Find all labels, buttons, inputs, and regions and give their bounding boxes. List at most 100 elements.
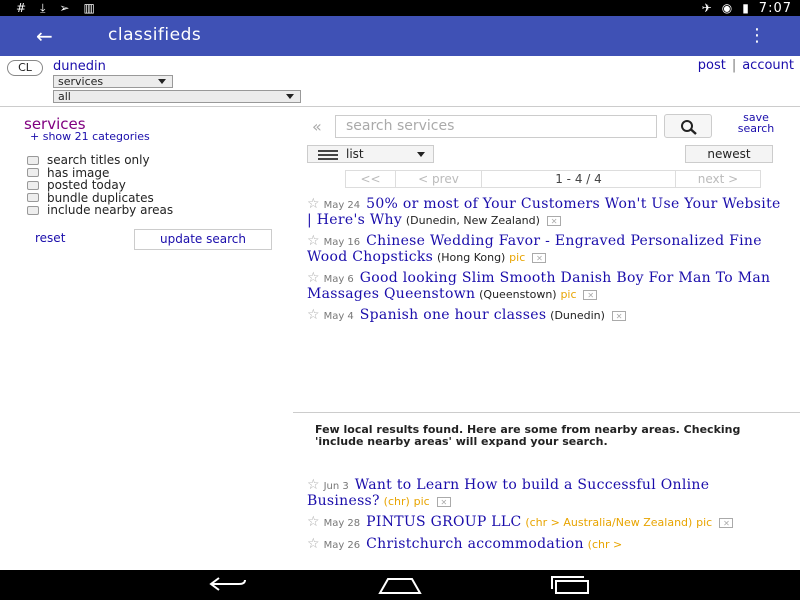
pic-badge: pic	[696, 516, 713, 529]
airplane-mode-icon: ✈	[701, 1, 712, 15]
nav-recents-icon[interactable]	[548, 575, 594, 595]
craigslist-logo[interactable]: CL	[7, 60, 43, 76]
system-nav-bar	[0, 570, 800, 600]
update-search-button[interactable]: update search	[134, 229, 272, 250]
chevron-down-icon	[158, 79, 166, 84]
post-date: May 28	[323, 518, 361, 529]
category-select-value: services	[58, 75, 104, 88]
checkbox[interactable]	[27, 168, 39, 178]
page-range: 1 - 4 / 4	[482, 171, 676, 187]
map-icon[interactable]	[583, 288, 598, 303]
subcategory-select-value: all	[58, 90, 71, 103]
filter-option[interactable]: posted today	[27, 178, 173, 192]
view-mode-select[interactable]: list	[307, 145, 434, 163]
battery-icon: ▮	[742, 1, 749, 15]
list-item: ☆ May 6 Good looking Slim Smooth Danish Bo…	[307, 270, 785, 303]
post-date: May 16	[323, 237, 361, 248]
map-icon[interactable]	[546, 214, 561, 229]
result-location: (chr)	[383, 495, 410, 508]
list-item: ☆ May 28 PINTUS GROUP LLC (chr > Australia…	[307, 515, 785, 531]
post-date: May 4	[323, 311, 354, 322]
category-select[interactable]: services	[53, 75, 173, 88]
sort-button[interactable]: newest	[685, 145, 773, 163]
result-location: (chr > Australia/New Zealand)	[525, 516, 693, 529]
result-title-link[interactable]: Spanish one hour classes	[360, 307, 547, 323]
arrow-left-icon[interactable]: ←	[36, 24, 53, 48]
map-icon[interactable]	[719, 516, 734, 531]
result-title-link[interactable]: PINTUS GROUP LLC	[366, 514, 521, 530]
result-title-link[interactable]: Want to Learn How to build a Successful …	[307, 477, 709, 509]
checkbox[interactable]	[27, 155, 39, 165]
post-date: May 26	[323, 540, 361, 551]
filter-checkboxes: search titles only has image posted toda…	[27, 153, 173, 217]
star-icon[interactable]: ☆	[307, 536, 320, 552]
hash-icon: #	[16, 1, 27, 15]
list-item: ☆ May 4 Spanish one hour classes (Dunedin)	[307, 308, 785, 324]
post-date: Jun 3	[323, 481, 349, 492]
view-mode-value: list	[346, 147, 364, 161]
search-button[interactable]	[664, 114, 712, 138]
wifi-icon: ◉	[721, 1, 733, 15]
pic-badge: pic	[509, 251, 526, 264]
map-icon[interactable]	[532, 251, 547, 266]
collapse-panel-icon[interactable]: «	[312, 117, 322, 136]
subcategory-select[interactable]: all	[53, 90, 301, 103]
map-icon[interactable]	[611, 309, 626, 324]
prev-page-button[interactable]: < prev	[396, 171, 482, 187]
checkbox[interactable]	[27, 193, 39, 203]
post-link[interactable]: post	[698, 58, 726, 73]
result-title-link[interactable]: 50% or most of Your Customers Won't Use …	[307, 196, 781, 228]
checkbox[interactable]	[27, 205, 39, 215]
post-date: May 6	[323, 274, 354, 285]
result-title-link[interactable]: Christchurch accommodation	[366, 536, 584, 552]
star-icon[interactable]: ☆	[307, 196, 320, 212]
result-location: (chr >	[587, 538, 623, 551]
chevron-down-icon	[286, 94, 294, 99]
nearby-results-notice: Few local results found. Here are some f…	[315, 423, 741, 448]
results-list: ☆ May 24 50% or most of Your Customers Won…	[307, 197, 785, 330]
first-page-button[interactable]: <<	[346, 171, 396, 187]
list-view-icon	[318, 150, 338, 162]
list-item: ☆ May 16 Chinese Wedding Favor - Engraved …	[307, 233, 785, 266]
nearby-results-list: ☆ Jun 3 Want to Learn How to build a Succe…	[307, 478, 785, 559]
save-search-label: search	[737, 122, 775, 135]
filter-option[interactable]: search titles only	[27, 153, 173, 167]
filter-option[interactable]: include nearby areas	[27, 203, 173, 217]
result-location: (Queenstown)	[479, 288, 557, 301]
list-item: ☆ May 26 Christchurch accommodation (chr >	[307, 537, 785, 553]
result-location: (Dunedin)	[550, 309, 605, 322]
reset-button[interactable]: reset	[35, 231, 65, 245]
account-link[interactable]: account	[742, 58, 794, 73]
result-location: (Hong Kong)	[436, 251, 506, 264]
star-icon[interactable]: ☆	[307, 307, 320, 323]
list-item: ☆ Jun 3 Want to Learn How to build a Succe…	[307, 477, 785, 510]
save-search-link[interactable]: save search	[728, 112, 784, 134]
pic-badge: pic	[560, 288, 577, 301]
pic-badge: pic	[413, 495, 430, 508]
filter-option[interactable]: bundle duplicates	[27, 191, 173, 205]
map-icon[interactable]	[436, 495, 451, 510]
next-page-button[interactable]: next >	[676, 171, 760, 187]
app-title: classifieds	[108, 25, 202, 45]
search-input[interactable]: search services	[335, 115, 657, 138]
nav-back-icon[interactable]	[205, 575, 251, 593]
overflow-menu-icon[interactable]: ⋮	[748, 24, 766, 48]
chevron-down-icon	[417, 152, 425, 157]
post-date: May 24	[323, 200, 361, 211]
result-location: (Dunedin, New Zealand)	[405, 214, 540, 227]
user-links: post | account	[698, 58, 794, 73]
pagination: << < prev 1 - 4 / 4 next >	[345, 170, 761, 188]
city-link[interactable]: dunedin	[53, 59, 106, 74]
search-icon	[681, 120, 697, 135]
send-icon: ➢	[59, 1, 70, 15]
star-icon[interactable]: ☆	[307, 477, 320, 493]
nav-home-icon[interactable]	[376, 575, 424, 595]
checkbox[interactable]	[27, 180, 39, 190]
link-separator: |	[731, 58, 737, 73]
results-divider	[293, 412, 800, 413]
star-icon[interactable]: ☆	[307, 233, 320, 249]
filter-option[interactable]: has image	[27, 166, 173, 180]
star-icon[interactable]: ☆	[307, 270, 320, 286]
show-categories-link[interactable]: + show 21 categories	[30, 130, 150, 143]
star-icon[interactable]: ☆	[307, 514, 320, 530]
